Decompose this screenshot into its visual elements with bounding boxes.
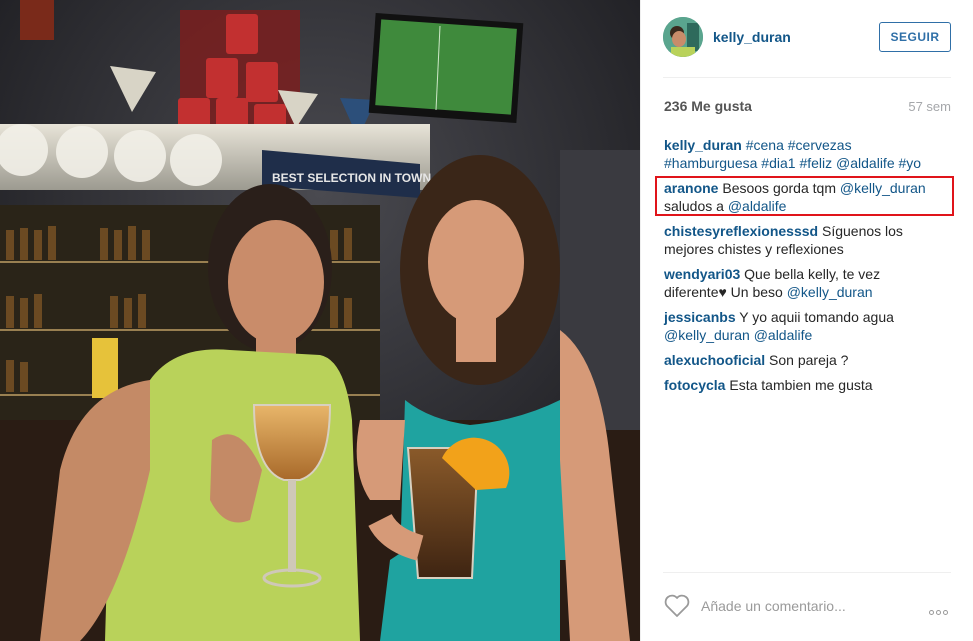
comment-text: Esta tambien me gusta xyxy=(729,377,873,393)
comment-tag-link[interactable]: @aldalife xyxy=(728,198,787,214)
comment-text: Y yo aquii tomando agua xyxy=(739,309,894,325)
comment-tag-link[interactable]: @kelly_duran xyxy=(787,284,873,300)
comment-item: alexuchooficial Son pareja ? xyxy=(664,351,934,369)
comment-item: chistesyreflexionesssd Síguenos los mejo… xyxy=(664,222,934,258)
comment-tag-link[interactable]: @aldalife xyxy=(836,155,895,171)
comments-list: kelly_duran #cena #cervezas #hamburguesa… xyxy=(664,136,934,401)
comment-tag-link[interactable]: #hamburguesa xyxy=(664,155,757,171)
more-dot xyxy=(929,610,934,615)
comment-tag-link[interactable]: #dia1 xyxy=(761,155,795,171)
post-header: kelly_duran SEGUIR xyxy=(663,17,953,59)
comment-tag-link[interactable]: #feliz xyxy=(799,155,832,171)
footer-divider xyxy=(663,572,951,573)
comment-item: fotocycla Esta tambien me gusta xyxy=(664,376,934,394)
photo-illustration: BEST SELECTION IN TOWN xyxy=(0,0,640,641)
photo-sign-text: BEST SELECTION IN TOWN xyxy=(272,171,431,185)
avatar[interactable] xyxy=(663,17,703,57)
comment-item: kelly_duran #cena #cervezas #hamburguesa… xyxy=(664,136,934,172)
follow-button[interactable]: SEGUIR xyxy=(879,22,951,52)
comment-tag-link[interactable]: #yo xyxy=(899,155,922,171)
comment-tag-link[interactable]: #cena xyxy=(746,137,784,153)
avatar-image xyxy=(663,17,703,57)
comment-tag-link[interactable]: @kelly_duran xyxy=(664,327,750,343)
comment-input[interactable] xyxy=(701,595,901,617)
more-dot xyxy=(936,610,941,615)
comment-username[interactable]: wendyari03 xyxy=(664,266,740,282)
comment-username[interactable]: aranone xyxy=(664,180,718,196)
comment-item: wendyari03 Que bella kelly, te vez difer… xyxy=(664,265,934,301)
likes-count[interactable]: 236 Me gusta xyxy=(664,98,752,114)
post-photo[interactable]: BEST SELECTION IN TOWN xyxy=(0,0,640,641)
header-divider xyxy=(663,77,951,78)
post-username[interactable]: kelly_duran xyxy=(713,29,791,45)
comment-username[interactable]: fotocycla xyxy=(664,377,725,393)
heart-outline-icon[interactable] xyxy=(663,594,691,618)
comment-item: aranone Besoos gorda tqm @kelly_duran sa… xyxy=(664,179,934,215)
post-footer xyxy=(663,592,955,620)
comment-username[interactable]: kelly_duran xyxy=(664,137,742,153)
comment-tag-link[interactable]: #cervezas xyxy=(788,137,852,153)
more-options-icon[interactable] xyxy=(929,602,955,615)
post-sidebar: kelly_duran SEGUIR 236 Me gusta 57 sem k… xyxy=(640,0,973,641)
more-dot xyxy=(943,610,948,615)
comment-tag-link[interactable]: @aldalife xyxy=(754,327,813,343)
comment-text: saludos a xyxy=(664,198,728,214)
comment-username[interactable]: jessicanbs xyxy=(664,309,736,325)
comment-text: Besoos gorda tqm xyxy=(722,180,840,196)
comment-username[interactable]: chistesyreflexionesssd xyxy=(664,223,818,239)
comment-text: Son pareja ? xyxy=(769,352,849,368)
comment-tag-link[interactable]: @kelly_duran xyxy=(840,180,926,196)
comment-item: jessicanbs Y yo aquii tomando agua @kell… xyxy=(664,308,934,344)
post-age[interactable]: 57 sem xyxy=(908,99,951,114)
comment-username[interactable]: alexuchooficial xyxy=(664,352,765,368)
